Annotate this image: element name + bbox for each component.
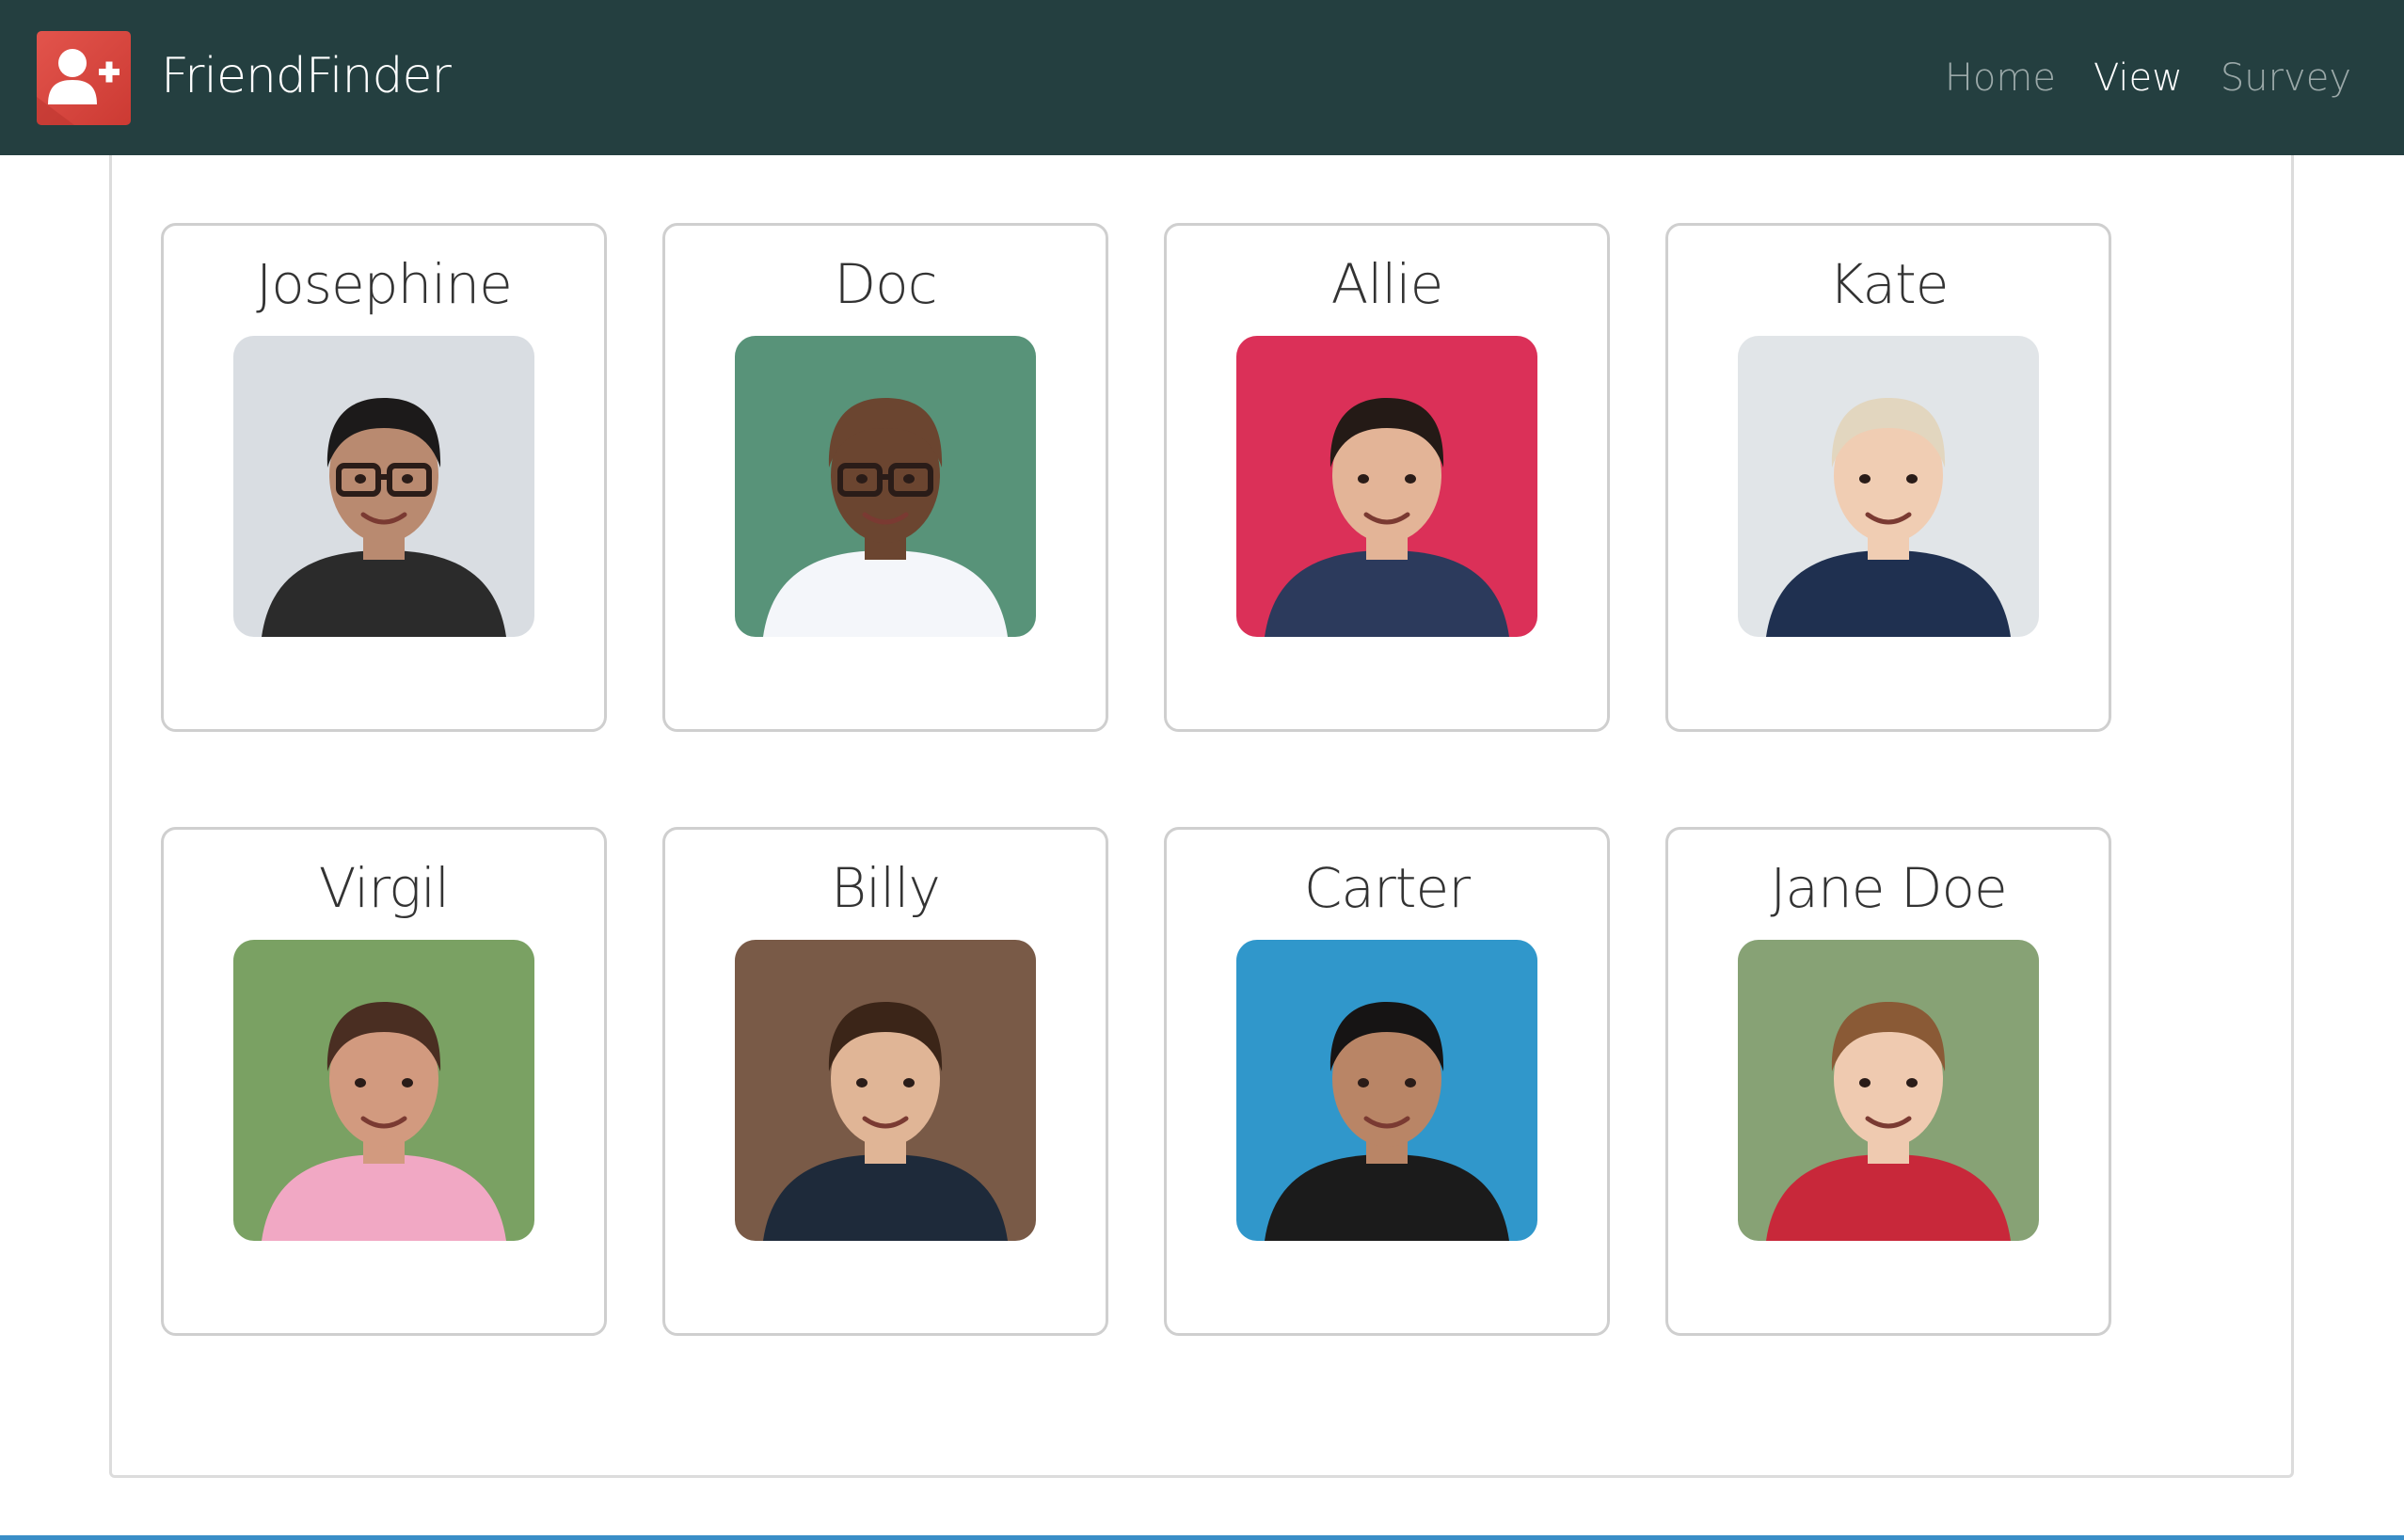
friend-card[interactable]: Billy [662,827,1108,1336]
friend-card[interactable]: Jane Doe [1665,827,2111,1336]
portrait-image [735,336,1036,637]
friend-name: Billy [831,856,941,920]
portrait-image [1738,940,2039,1241]
add-friend-logo-icon[interactable] [37,31,131,125]
friend-name: Carter [1303,856,1471,920]
portrait-image [1236,940,1537,1241]
friend-card[interactable]: Virgil [161,827,607,1336]
friends-panel: Josephine Doc Allie Kate Virgil Billy Ca… [109,155,2294,1478]
portrait-image [233,336,534,637]
friend-photo[interactable] [1236,336,1537,637]
nav-link-home[interactable]: Home [1945,52,2056,104]
bottom-border [0,1535,2404,1540]
friend-name: Allie [1330,252,1444,316]
friend-photo[interactable] [1738,940,2039,1241]
nav-link-view[interactable]: View [2094,52,2183,104]
nav-link-survey[interactable]: Survey [2221,52,2351,104]
friends-grid: Josephine Doc Allie Kate Virgil Billy Ca… [161,223,2111,1336]
friend-card[interactable]: Carter [1164,827,1610,1336]
friend-photo[interactable] [233,940,534,1241]
friend-name: Virgil [318,856,450,920]
friend-photo[interactable] [735,336,1036,637]
friend-name: Jane Doe [1770,856,2007,920]
friend-card[interactable]: Kate [1665,223,2111,732]
friend-photo[interactable] [735,940,1036,1241]
friend-name: Josephine [256,252,513,316]
friend-photo[interactable] [1236,940,1537,1241]
friend-photo[interactable] [1738,336,2039,637]
portrait-image [735,940,1036,1241]
friend-name: Kate [1828,252,1950,316]
friend-name: Doc [834,252,937,316]
portrait-image [1738,336,2039,637]
top-navbar: FriendFinder Home View Survey [0,0,2404,155]
friend-card[interactable]: Doc [662,223,1108,732]
friend-photo[interactable] [233,336,534,637]
portrait-image [1236,336,1537,637]
friend-card[interactable]: Josephine [161,223,607,732]
friend-card[interactable]: Allie [1164,223,1610,732]
brand-name[interactable]: FriendFinder [161,43,452,109]
nav-links: Home View Survey [1945,52,2351,104]
portrait-image [233,940,534,1241]
